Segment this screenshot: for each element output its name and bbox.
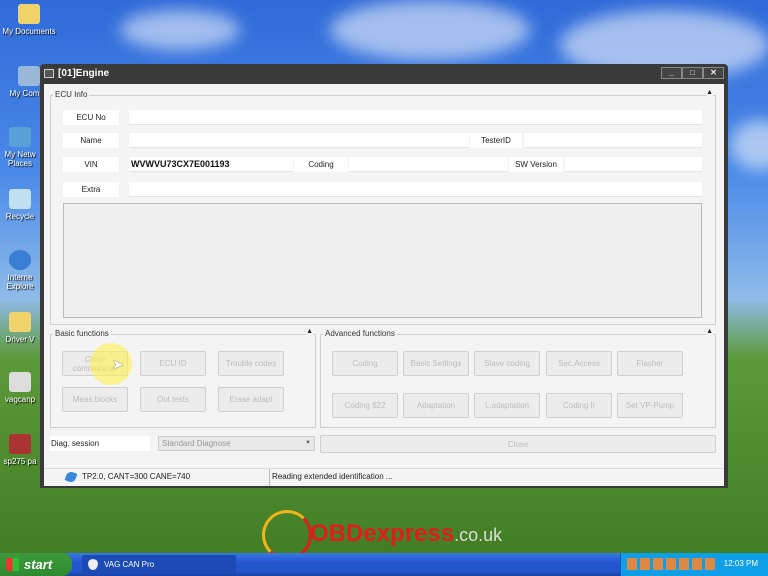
basic-settings-button[interactable]: Basic Settings bbox=[403, 351, 469, 376]
windows-logo-icon bbox=[6, 558, 19, 571]
coding-button[interactable]: Coding bbox=[332, 351, 398, 376]
engine-window: [01]Engine _ □ ✕ ECU Info ▲ ECU No Name … bbox=[40, 64, 728, 488]
cursor-highlight bbox=[90, 343, 132, 385]
feather-icon bbox=[64, 470, 78, 484]
desktop-icon-network[interactable]: My Netw Places bbox=[0, 127, 40, 168]
collapse-arrow-icon[interactable]: ▲ bbox=[306, 328, 313, 335]
desktop-icon-my-documents[interactable]: My Documents bbox=[0, 4, 58, 36]
sec-access-button[interactable]: Sec.Access bbox=[546, 351, 612, 376]
ecu-no-label: ECU No bbox=[63, 110, 119, 125]
diag-session-label: Diag. session bbox=[50, 436, 150, 451]
vin-label: VIN bbox=[63, 157, 119, 172]
clock: 12:03 PM bbox=[723, 559, 758, 568]
diag-session-select[interactable]: Standard Diagnose ▼ bbox=[158, 436, 315, 451]
flasher-button[interactable]: Flasher bbox=[617, 351, 683, 376]
vin-field[interactable]: WVWVU73CX7E001193 bbox=[129, 157, 293, 172]
erase-adapt-button[interactable]: Erase adapt bbox=[218, 387, 284, 412]
ecu-no-field[interactable] bbox=[129, 110, 702, 125]
testerid-label: TesterID bbox=[470, 133, 522, 148]
out-tests-button[interactable]: Out.tests bbox=[140, 387, 206, 412]
minimize-button[interactable]: _ bbox=[661, 67, 682, 79]
sw-version-field[interactable] bbox=[565, 157, 702, 172]
mouse-cursor-icon: ➤ bbox=[112, 356, 124, 372]
ecu-id-button[interactable]: ECU ID bbox=[140, 351, 206, 376]
trouble-codes-button[interactable]: Trouble codes bbox=[218, 351, 284, 376]
collapse-arrow-icon[interactable]: ▲ bbox=[706, 89, 713, 96]
close-window-button[interactable]: ✕ bbox=[703, 67, 724, 79]
system-tray: 12:03 PM bbox=[620, 553, 768, 576]
vag-app-icon bbox=[88, 559, 98, 570]
title-bar[interactable]: [01]Engine _ □ ✕ bbox=[40, 64, 728, 84]
info-textarea[interactable] bbox=[63, 203, 702, 318]
extra-field[interactable] bbox=[129, 182, 702, 197]
adaptation-button[interactable]: Adaptation bbox=[403, 393, 469, 418]
desktop-icon-driver-folder[interactable]: Driver V bbox=[0, 312, 40, 344]
basic-functions-group: Basic functions ▲ bbox=[50, 328, 316, 428]
extra-label: Extra bbox=[63, 182, 119, 197]
taskbar-item-vag-can-pro[interactable]: VAG CAN Pro bbox=[82, 555, 236, 574]
coding-field[interactable] bbox=[349, 157, 508, 172]
coding-ii-button[interactable]: Coding II bbox=[546, 393, 612, 418]
window-client: ECU Info ▲ ECU No Name TesterID VIN WVWV… bbox=[44, 84, 724, 486]
advanced-functions-title: Advanced functions bbox=[323, 329, 397, 338]
status-protocol: TP2.0, CANT=300 CANE=740 bbox=[82, 472, 191, 481]
desktop-icon-sp275[interactable]: sp275 pa bbox=[0, 434, 40, 466]
diag-session-value: Standard Diagnose bbox=[162, 439, 231, 448]
start-button[interactable]: start bbox=[0, 553, 72, 576]
watermark: OBDexpress.co.uk bbox=[310, 520, 503, 547]
name-label: Name bbox=[63, 133, 119, 148]
close-button[interactable]: Close bbox=[320, 435, 716, 453]
taskbar: start VAG CAN Pro 12:03 PM bbox=[0, 553, 768, 576]
desktop-icon-internet-explorer[interactable]: Interne Explore bbox=[0, 250, 40, 291]
maximize-button[interactable]: □ bbox=[682, 67, 703, 79]
chevron-down-icon: ▼ bbox=[305, 440, 311, 446]
system-menu-icon[interactable] bbox=[44, 69, 54, 78]
l-adaptation-button[interactable]: L.adaptation bbox=[474, 393, 540, 418]
slave-coding-button[interactable]: Slave coding bbox=[474, 351, 540, 376]
status-bar: TP2.0, CANT=300 CANE=740 Reading extende… bbox=[44, 468, 724, 486]
coding-label: Coding bbox=[294, 157, 348, 172]
set-vp-pump-button[interactable]: Set VP-Pump bbox=[617, 393, 683, 418]
sw-version-label: SW Version bbox=[509, 157, 563, 172]
meas-blocks-button[interactable]: Meas.blocks bbox=[62, 387, 128, 412]
desktop-icon-vagcan[interactable]: vagcanp bbox=[0, 372, 40, 404]
status-message: Reading extended identification ... bbox=[272, 472, 393, 481]
desktop-icon-recycle-bin[interactable]: Recycle bbox=[0, 189, 40, 221]
basic-functions-title: Basic functions bbox=[53, 329, 111, 338]
window-title: [01]Engine bbox=[58, 68, 110, 79]
collapse-arrow-icon[interactable]: ▲ bbox=[706, 328, 713, 335]
ecu-info-title: ECU Info bbox=[53, 90, 90, 99]
name-field[interactable] bbox=[129, 133, 469, 148]
coding-22-button[interactable]: Coding $22 bbox=[332, 393, 398, 418]
tray-icons[interactable] bbox=[627, 558, 715, 570]
testerid-field[interactable] bbox=[524, 133, 702, 148]
